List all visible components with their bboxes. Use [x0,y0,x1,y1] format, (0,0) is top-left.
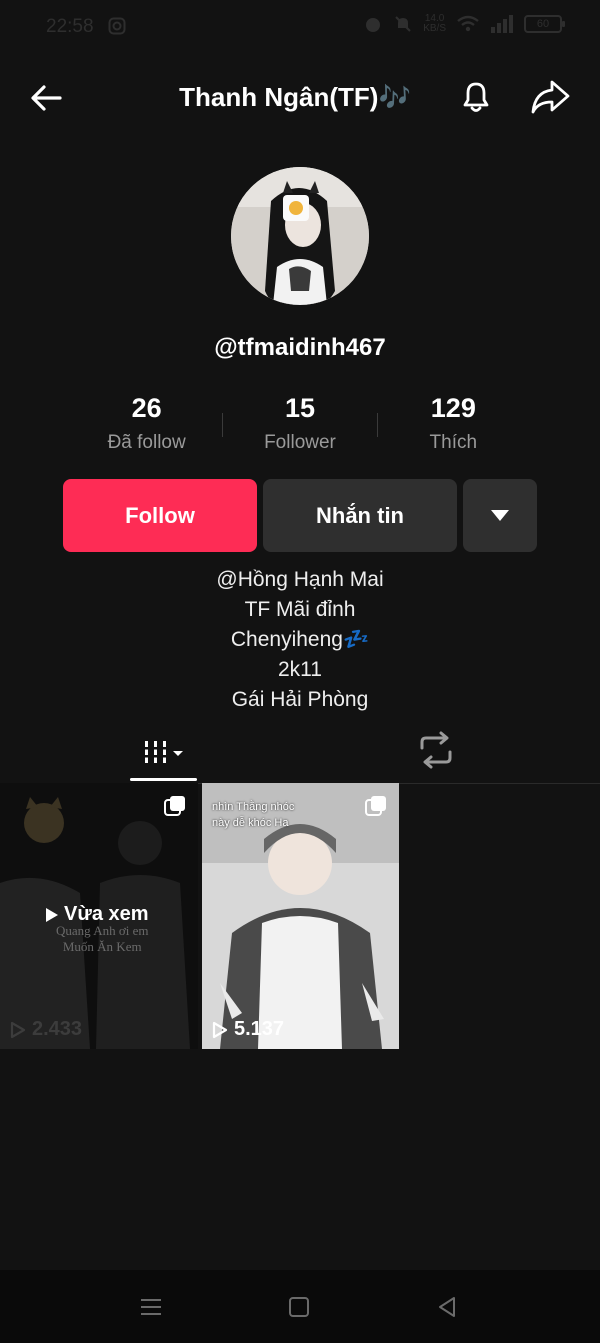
home-icon[interactable] [286,1294,312,1320]
stat-following[interactable]: 26 Đã follow [70,393,223,463]
grid-icon [142,741,183,763]
back-triangle-icon[interactable] [434,1294,460,1320]
tab-videos[interactable] [130,730,198,774]
profile-username: @tfmaidinh467 [214,334,386,361]
stat-label: Follower [264,432,336,453]
bio-line: TF Mãi đỉnh [244,598,356,621]
stat-divider [377,413,378,437]
network-speed: 14.0 KB/S [423,13,446,34]
stat-value: 26 [131,393,162,423]
avatar[interactable] [231,167,369,305]
active-tab-indicator [130,778,197,781]
instagram-icon [108,17,126,35]
profile-bio: @Hồng Hạnh Mai TF Mãi đỉnh Chenyiheng💤 2… [0,565,600,715]
stat-likes[interactable]: 129 Thích [377,393,530,463]
play-icon [46,907,58,922]
page-title: Thanh Ngân(TF)🎶 [179,82,411,112]
more-options-button[interactable] [463,479,537,552]
battery-indicator: 60 [524,15,565,33]
view-count: 2.433 [10,1018,82,1041]
signal-icon [491,15,513,33]
profile-header: Thanh Ngân(TF)🎶 [0,60,600,132]
bio-line: Chenyiheng💤 [230,628,370,651]
profile-stats: 26 Đã follow 15 Follower 129 Thích [70,393,530,463]
status-time: 22:58 [46,16,94,37]
pin-icon [365,795,387,817]
stat-followers[interactable]: 15 Follower [223,393,376,463]
system-navigation-bar [0,1270,600,1343]
back-arrow-icon[interactable] [26,78,66,118]
message-button[interactable]: Nhắn tin [263,479,457,552]
play-icon [212,1021,228,1038]
repost-icon[interactable] [414,728,458,772]
wifi-icon [457,15,479,32]
stat-value: 129 [430,393,476,423]
play-icon [10,1021,26,1038]
stat-value: 15 [284,393,316,423]
follow-button[interactable]: Follow [63,479,257,552]
video-thumbnail[interactable]: Vừa xem Quang Anh ơi em Muốn Ăn Kem 2.43… [0,783,198,1049]
status-bar: 22:58 14.0 KB/S 60 [0,0,600,56]
alarm-icon [366,18,381,32]
bell-icon[interactable] [456,76,496,116]
share-icon[interactable] [528,76,572,118]
video-caption: nhìn Thằng nhóc này dễ khóc Ha [212,801,295,829]
mute-icon [395,16,411,32]
pin-icon [164,795,186,817]
stat-label: Đã follow [107,432,186,453]
video-grid: Vừa xem Quang Anh ơi em Muốn Ăn Kem 2.43… [0,783,600,1049]
video-thumbnail[interactable]: nhìn Thằng nhóc này dễ khóc Ha 5.137 [202,783,399,1049]
menu-icon[interactable] [138,1294,164,1320]
stat-label: Thích [429,432,478,453]
profile-tabs [0,722,600,784]
avatar-photo [231,167,369,305]
chevron-down-icon [491,510,509,521]
bio-line: Gái Hải Phòng [231,688,369,711]
bio-line: @Hồng Hạnh Mai [216,568,384,591]
overlay-caption: Quang Anh ơi em Muốn Ăn Kem [56,923,149,954]
bio-line: 2k11 [278,658,322,681]
view-count: 5.137 [212,1018,284,1041]
stat-divider [222,413,223,437]
